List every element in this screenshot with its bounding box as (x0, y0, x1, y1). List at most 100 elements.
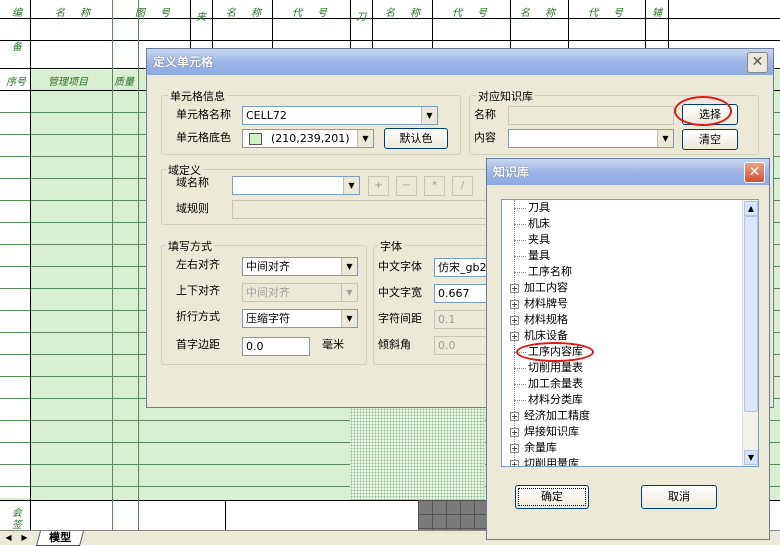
tree-item[interactable]: 量具 (514, 248, 550, 264)
expand-icon[interactable]: + (510, 331, 519, 341)
tree-item-label: 夹具 (528, 233, 550, 246)
select-button[interactable]: 选择 (682, 104, 738, 125)
cell-name-select[interactable]: CELL72 ▼ (242, 106, 438, 125)
wrap-label: 折行方式 (176, 310, 220, 323)
tree-item-label: 加工内容 (524, 281, 568, 294)
tree-item[interactable]: 切削用量表 (514, 360, 583, 376)
chevron-down-icon[interactable]: ▼ (341, 258, 357, 275)
tree-item[interactable]: 工序名称 (514, 264, 572, 280)
cell-name-label: 单元格名称 (176, 108, 231, 121)
op-multiply-button[interactable]: * (424, 176, 445, 196)
header-text: 名 称 (385, 8, 427, 19)
tree-item[interactable]: + 焊接知识库 (510, 424, 579, 440)
sheet-tab-model[interactable]: 模型 (35, 531, 85, 546)
sheet-tab-label: 模型 (49, 531, 72, 544)
tab-next-icon[interactable]: ▶ (18, 532, 31, 544)
kb-content-label: 内容 (474, 131, 496, 144)
kb-tree[interactable]: 刀具 机床 夹具 量具 工序名称 + 加工内容 + 材料牌号 + 材料规格 + 机床设备 工序内容库 切削用… (501, 199, 759, 467)
wrap-value: 压缩字符 (246, 312, 290, 325)
expand-icon[interactable]: + (510, 427, 519, 437)
expand-icon[interactable]: + (510, 411, 519, 421)
tree-item[interactable]: + 机床设备 (510, 328, 568, 344)
header-row-line (0, 40, 780, 41)
header-text: 代 号 (292, 8, 334, 19)
header-text: 签 (12, 520, 28, 530)
v-align-label: 上下对齐 (176, 284, 220, 297)
tree-item[interactable]: + 加工内容 (510, 280, 568, 296)
cancel-button[interactable]: 取消 (641, 485, 717, 509)
tree-item[interactable]: + 材料牌号 (510, 296, 568, 312)
op-plus-button[interactable]: + (368, 176, 389, 196)
header-text: 编 (12, 8, 28, 19)
header-text: 名 称 (520, 8, 562, 19)
chevron-down-icon[interactable]: ▼ (341, 310, 357, 327)
scroll-up-icon[interactable]: ▲ (744, 201, 758, 216)
tree-item[interactable]: 加工余量表 (514, 376, 583, 392)
expand-icon[interactable]: + (510, 459, 519, 466)
chevron-down-icon[interactable]: ▼ (421, 107, 437, 124)
tree-item[interactable]: 刀具 (514, 200, 550, 216)
scroll-thumb[interactable] (744, 216, 758, 412)
clear-button[interactable]: 清空 (682, 129, 738, 150)
tree-item[interactable]: + 经济加工精度 (510, 408, 590, 424)
fill-mode-group: 填写方式 左右对齐 中间对齐 ▼ 上下对齐 中间对齐 ▼ 折行方式 压缩字符 ▼… (161, 238, 367, 365)
ok-button[interactable]: 确定 (515, 485, 589, 509)
spacing-value: 0.1 (438, 313, 456, 326)
tree-item[interactable]: 工序内容库 (514, 344, 583, 360)
op-minus-button[interactable]: − (396, 176, 417, 196)
expand-icon[interactable]: + (510, 315, 519, 325)
knowledge-base-dialog: 知识库 ✕ 刀具 机床 夹具 量具 工序名称 + 加工内容 + 材料牌号 + 材料规格 + 机床设备 工序… (486, 158, 770, 540)
tree-item[interactable]: 夹具 (514, 232, 550, 248)
scroll-down-icon[interactable]: ▼ (744, 450, 758, 465)
cell-info-group: 单元格信息 单元格名称 CELL72 ▼ 单元格底色 (210,239,201)… (161, 88, 461, 155)
slant-label: 倾斜角 (378, 338, 411, 351)
grid-col-line (225, 500, 226, 530)
group-label: 对应知识库 (476, 88, 535, 104)
tree-item-label: 焊接知识库 (524, 425, 579, 438)
tree-item-label: 切削用量表 (528, 361, 583, 374)
kb-content-select[interactable]: ▼ (508, 129, 674, 148)
expand-icon[interactable]: + (510, 299, 519, 309)
op-divide-button[interactable]: / (452, 176, 473, 196)
close-icon[interactable]: ✕ (747, 52, 768, 73)
default-color-button[interactable]: 默认色 (384, 128, 448, 149)
h-align-select[interactable]: 中间对齐 ▼ (242, 257, 358, 276)
indent-input[interactable]: 0.0 (242, 337, 310, 356)
tree-branch-line (514, 255, 526, 257)
kb-titlebar[interactable]: 知识库 (487, 159, 769, 185)
spacing-label: 字符间距 (378, 312, 422, 325)
tree-item[interactable]: 材料分类库 (514, 392, 583, 408)
tree-item[interactable]: 机床 (514, 216, 550, 232)
group-label: 填写方式 (166, 238, 214, 254)
sheet-left-column (0, 68, 30, 498)
tree-item-label: 工序内容库 (528, 345, 583, 358)
expand-icon[interactable]: + (510, 443, 519, 453)
header-text: 名 称 (226, 8, 268, 19)
chevron-down-icon[interactable]: ▼ (657, 130, 673, 147)
cell-color-select[interactable]: (210,239,201) ▼ (242, 129, 374, 148)
tree-branch-line (514, 383, 526, 385)
tree-item-label: 经济加工精度 (524, 409, 590, 422)
chevron-down-icon[interactable]: ▼ (357, 130, 373, 147)
domain-name-select[interactable]: ▼ (232, 176, 360, 195)
tab-prev-icon[interactable]: ◀ (2, 532, 15, 544)
chevron-down-icon[interactable]: ▼ (343, 177, 359, 194)
tree-item[interactable]: + 余量库 (510, 440, 557, 456)
indent-label: 首字边距 (176, 338, 220, 351)
h-align-label: 左右对齐 (176, 258, 220, 271)
tree-scrollbar[interactable]: ▲ ▼ (742, 200, 758, 466)
wrap-select[interactable]: 压缩字符 ▼ (242, 309, 358, 328)
tree-item-label: 刀具 (528, 201, 550, 214)
indent-unit: 毫米 (322, 338, 344, 351)
tree-item-label: 机床设备 (524, 329, 568, 342)
close-icon[interactable]: ✕ (744, 162, 765, 183)
grid-col-line (30, 0, 31, 530)
tree-item-label: 余量库 (524, 441, 557, 454)
kb-dialog-title: 知识库 (493, 165, 530, 179)
tree-item[interactable]: + 材料规格 (510, 312, 568, 328)
tree-item[interactable]: + 切削用量库 (510, 456, 579, 466)
define-cell-titlebar[interactable]: 定义单元格 (147, 49, 773, 75)
color-swatch (249, 133, 262, 145)
header-text: 管理项目 (48, 77, 88, 88)
expand-icon[interactable]: + (510, 283, 519, 293)
